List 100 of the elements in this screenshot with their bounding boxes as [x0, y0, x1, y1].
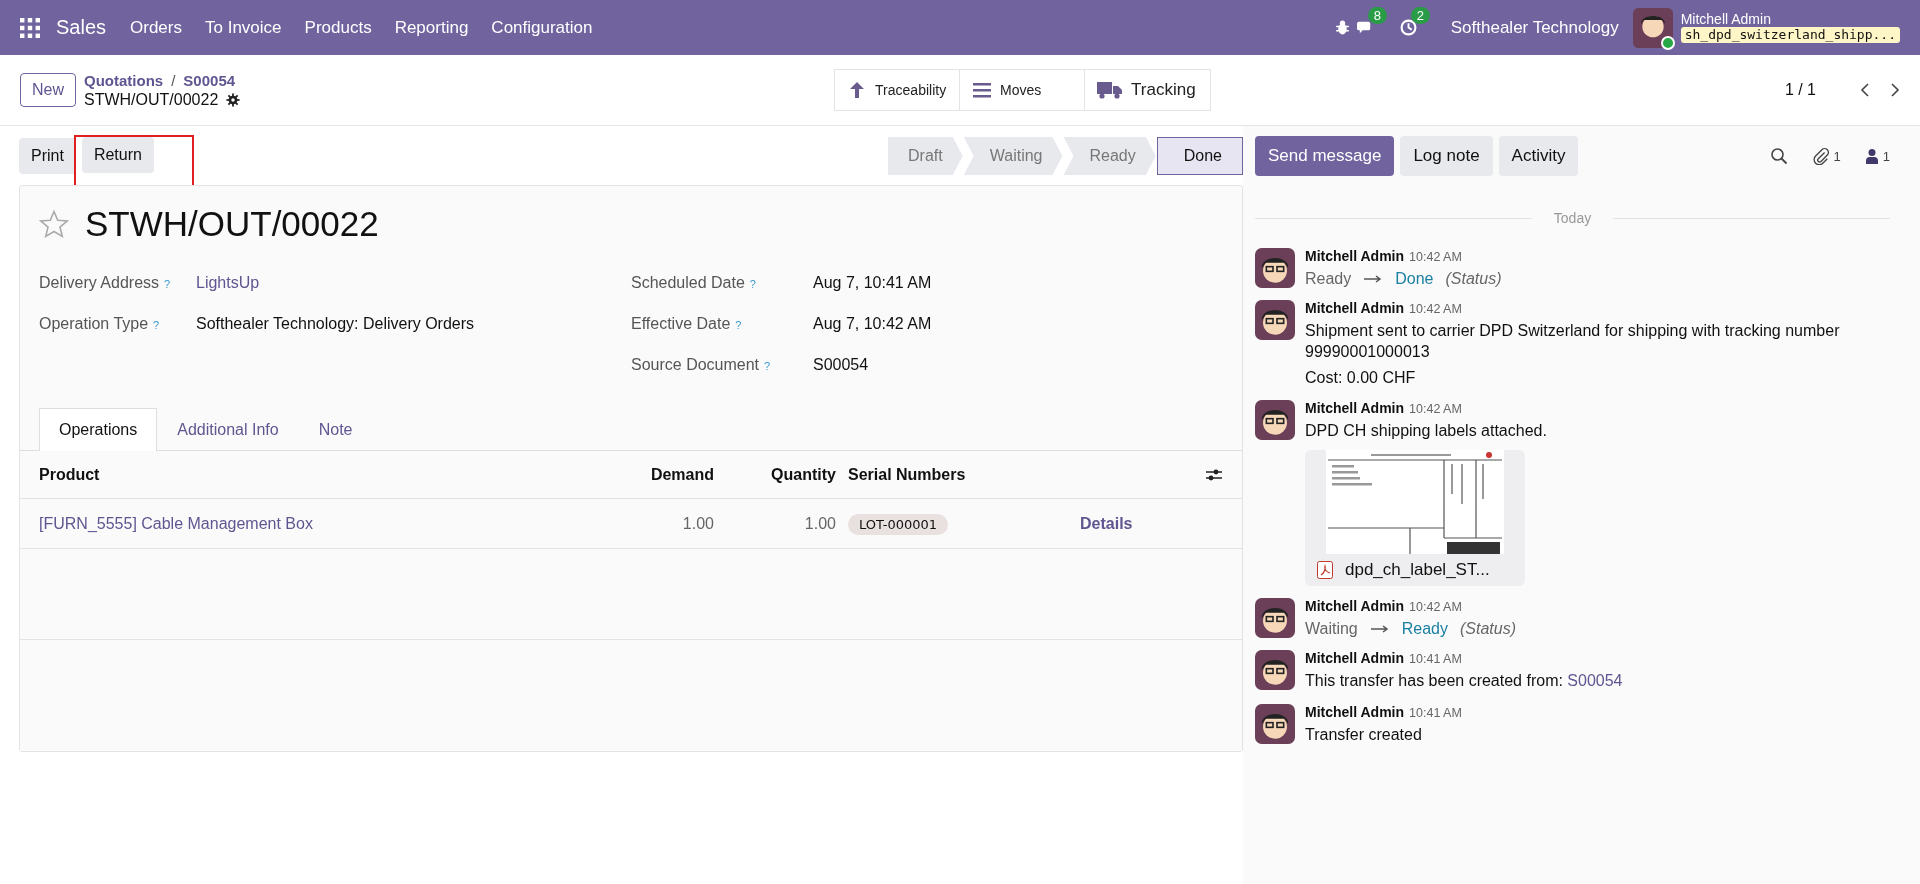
record-link[interactable]: S00054: [1567, 672, 1623, 690]
user-avatar: [1255, 300, 1295, 340]
column-header[interactable]: Quantity: [714, 465, 836, 484]
column-header[interactable]: Product: [39, 465, 559, 484]
menu-item[interactable]: Reporting: [394, 17, 469, 38]
notebook-tab[interactable]: Additional Info: [157, 408, 299, 451]
field-value: Softhealer Technology: Delivery Orders: [196, 315, 476, 333]
person-icon[interactable]: [1864, 148, 1879, 164]
message-text: Transfer created: [1305, 725, 1423, 745]
record-name: STWH/OUT/00022: [84, 90, 219, 109]
status-step[interactable]: Draft: [888, 137, 963, 175]
message-author[interactable]: Mitchell Admin: [1305, 248, 1405, 264]
bug-icon[interactable]: [1333, 19, 1351, 36]
follower-count: 1: [1882, 148, 1890, 164]
status-step[interactable]: Waiting: [963, 137, 1063, 175]
tracking-field-name: (Status): [1460, 620, 1517, 639]
message-text: Cost: 0.00 CHF: [1305, 367, 1417, 388]
notebook-tab[interactable]: Note: [298, 408, 373, 451]
apps-grid-icon[interactable]: [20, 17, 40, 38]
star-icon[interactable]: [39, 209, 69, 239]
notebook-tab[interactable]: Operations: [39, 408, 158, 451]
action-button[interactable]: Print: [19, 138, 76, 174]
status-step[interactable]: Ready: [1063, 137, 1156, 175]
user-avatar: [1255, 704, 1295, 744]
truck-icon: [1097, 81, 1124, 99]
message-text: DPD CH shipping labels attached.: [1305, 421, 1547, 442]
status-step[interactable]: Done: [1156, 137, 1243, 175]
database-name: sh_dpd_switzerland_shipp...: [1680, 27, 1900, 44]
breadcrumb-link[interactable]: S00054: [183, 71, 236, 89]
tracking-old-value: Waiting: [1305, 620, 1358, 639]
message-time: 10:42 AM: [1409, 250, 1462, 264]
table-cell-text: 1.00: [803, 514, 836, 533]
product-link[interactable]: [FURN_5555] Cable Management Box: [39, 514, 559, 533]
attachment-card[interactable]: dpd_ch_label_ST...: [1305, 450, 1525, 587]
search-icon[interactable]: [1769, 147, 1788, 165]
attachment-count: 1: [1833, 148, 1841, 164]
user-avatar: [1255, 400, 1295, 441]
right-arrow-icon: [1363, 274, 1384, 284]
column-options-icon[interactable]: [1205, 467, 1223, 482]
user-name[interactable]: Mitchell Admin: [1680, 11, 1900, 28]
field-value: Aug 7, 10:41 AM: [813, 274, 933, 292]
user-avatar[interactable]: [1632, 7, 1673, 48]
field-label: Scheduled Date: [631, 274, 745, 292]
menu-item[interactable]: Products: [304, 17, 372, 38]
message-author[interactable]: Mitchell Admin: [1305, 400, 1405, 417]
menu-item[interactable]: Configuration: [491, 17, 593, 38]
chatter-button[interactable]: Send message: [1255, 136, 1395, 176]
message-author[interactable]: Mitchell Admin: [1305, 598, 1405, 615]
field-label: Operation Type: [39, 315, 149, 333]
user-avatar: [1255, 248, 1295, 288]
message-author[interactable]: Mitchell Admin: [1305, 300, 1405, 316]
message-time: 10:42 AM: [1409, 402, 1462, 417]
pdf-file-icon: [1317, 561, 1333, 580]
company-name[interactable]: Softhealer Technology: [1450, 17, 1619, 38]
column-header[interactable]: Serial Numbers: [836, 465, 1080, 484]
app-name[interactable]: Sales: [56, 16, 107, 39]
column-header[interactable]: Demand: [559, 465, 714, 484]
field-label: Source Document: [631, 356, 760, 374]
message-text: Shipment sent to carrier DPD Switzerland for shipping with tracking number 99990001000013: [1305, 321, 1841, 362]
chatter-button[interactable]: Log note: [1400, 136, 1493, 176]
table-cell-text: 1.00: [681, 514, 714, 533]
chatter-button[interactable]: Activity: [1498, 136, 1579, 176]
field-label: Effective Date: [631, 315, 731, 333]
attachment-file-name: dpd_ch_label_ST...: [1345, 560, 1490, 581]
message-author[interactable]: Mitchell Admin: [1305, 704, 1405, 720]
paperclip-icon[interactable]: [1811, 147, 1830, 165]
message-text: This transfer has been created from: S00054: [1305, 671, 1623, 692]
message-time: 10:41 AM: [1409, 652, 1462, 667]
activity-count-badge: 2: [1410, 7, 1430, 24]
message-time: 10:41 AM: [1409, 706, 1462, 720]
tracking-new-value: Done: [1395, 270, 1434, 288]
breadcrumb-separator: /: [171, 71, 176, 89]
message-count-badge: 8: [1367, 7, 1387, 24]
details-link[interactable]: Details: [1080, 514, 1133, 532]
clock-icon[interactable]: [1399, 19, 1417, 36]
message-time: 10:42 AM: [1409, 302, 1462, 316]
action-button[interactable]: Return: [81, 137, 154, 173]
date-divider-label: Today: [1553, 210, 1592, 226]
settings-icon[interactable]: [226, 92, 241, 107]
breadcrumb-link[interactable]: Quotations: [84, 71, 164, 89]
tracking-old-value: Ready: [1305, 270, 1352, 288]
field-value: S00054: [813, 356, 870, 374]
record-title: STWH/OUT/00022: [85, 204, 379, 244]
field-link[interactable]: LightsUp: [196, 274, 631, 292]
new-button[interactable]: New: [20, 73, 76, 107]
right-arrow-icon: [1369, 624, 1390, 635]
field-label: Delivery Address: [39, 274, 160, 292]
message-author[interactable]: Mitchell Admin: [1305, 650, 1405, 667]
message-time: 10:42 AM: [1409, 600, 1462, 615]
field-value: Aug 7, 10:42 AM: [813, 315, 933, 333]
serial-tag: LOT-000001: [848, 513, 949, 535]
pager-value[interactable]: 1 / 1: [1784, 81, 1816, 99]
next-icon[interactable]: [1890, 82, 1900, 98]
menu-item[interactable]: Orders: [130, 17, 182, 38]
menu-item[interactable]: To Invoice: [205, 17, 282, 38]
list-icon: [972, 80, 993, 100]
user-avatar: [1255, 598, 1295, 639]
tracking-field-name: (Status): [1445, 270, 1502, 288]
previous-icon[interactable]: [1860, 82, 1870, 98]
user-avatar: [1255, 650, 1295, 691]
